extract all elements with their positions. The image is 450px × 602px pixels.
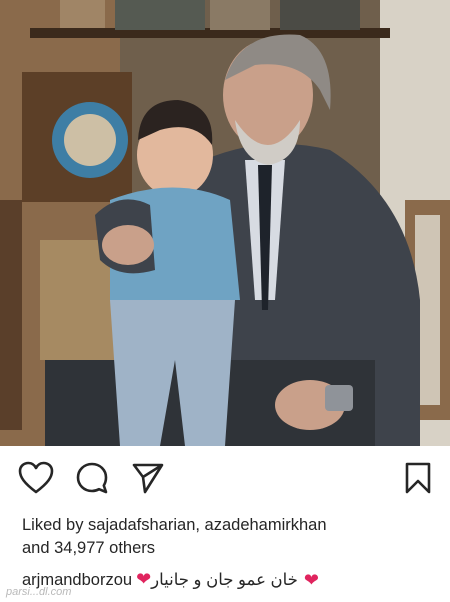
photo-scene <box>0 0 450 446</box>
heart-emoji-icon-2: ❤ <box>303 570 319 590</box>
liked-by-prefix: Liked by <box>22 516 89 534</box>
comment-bubble-icon <box>75 461 109 500</box>
post-caption: arjmandborzou خان عمو جان و جانیار❤ ❤ <box>22 568 442 592</box>
save-button[interactable] <box>398 460 438 500</box>
caption-text-group: خان عمو جان و جانیار❤ <box>136 568 298 592</box>
comment-button[interactable] <box>72 460 112 500</box>
others-count[interactable]: and 34,977 others <box>22 537 442 560</box>
like-button[interactable] <box>16 460 56 500</box>
bookmark-icon <box>404 461 432 500</box>
heart-outline-icon <box>18 461 54 500</box>
heart-emoji-icon: ❤ <box>136 569 152 589</box>
share-button[interactable] <box>128 460 168 500</box>
post-actions-bar <box>0 460 450 504</box>
liked-by-users[interactable]: sajadafsharian, azadehamirkhan <box>88 516 327 534</box>
likes-summary: Liked by sajadafsharian, azadehamirkhan … <box>22 514 442 560</box>
caption-text: خان عمو جان و جانیار <box>151 571 298 589</box>
liked-by-line: Liked by sajadafsharian, azadehamirkhan <box>22 514 442 537</box>
post-photo[interactable] <box>0 0 450 446</box>
paper-plane-icon <box>131 461 165 500</box>
watermark: parsi...dl.com <box>6 586 72 598</box>
